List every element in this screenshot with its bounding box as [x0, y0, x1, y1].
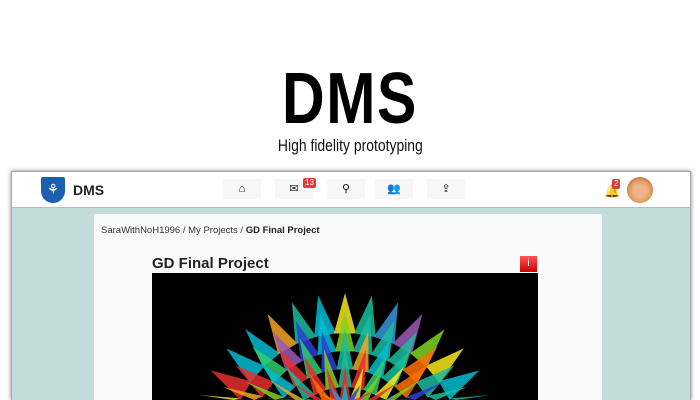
page-title: GD Final Project — [152, 255, 269, 272]
brand-name[interactable]: DMS — [73, 182, 104, 198]
mail-icon: ✉ — [289, 183, 299, 195]
breadcrumb-user[interactable]: SaraWithNoH1996 — [101, 225, 180, 236]
petal — [199, 394, 242, 400]
breadcrumb: SaraWithNoH1996 / My Projects / GD Final… — [101, 225, 320, 236]
navbar: ⚘ DMS ⌂ ✉ 13 ⚲ 👥 ⇪ 🔔 2 — [12, 172, 690, 208]
users-icon: 👥 — [387, 183, 401, 195]
home-button[interactable]: ⌂ — [223, 179, 261, 199]
breadcrumb-projects[interactable]: My Projects — [188, 225, 238, 236]
upload-icon: ⇪ — [441, 183, 451, 195]
hero-subtitle: High fidelity prototyping — [0, 136, 700, 156]
project-card: SaraWithNoH1996 / My Projects / GD Final… — [94, 214, 602, 400]
project-image — [152, 273, 538, 400]
messages-badge: 13 — [303, 178, 316, 188]
home-icon: ⌂ — [238, 183, 246, 195]
petal — [448, 394, 491, 400]
breadcrumb-current: GD Final Project — [245, 225, 320, 236]
upload-button[interactable]: ⇪ — [427, 179, 465, 199]
hero-subtitle-text: High fidelity prototyping — [277, 136, 423, 155]
logo-icon[interactable]: ⚘ — [41, 177, 65, 203]
messages-button[interactable]: ✉ 13 — [275, 178, 316, 199]
hero-title-text: DMS — [281, 59, 419, 139]
avatar[interactable] — [627, 177, 653, 203]
search-button[interactable]: ⚲ — [327, 179, 365, 199]
search-icon: ⚲ — [341, 183, 351, 195]
notifications-badge: 2 — [612, 179, 621, 189]
sunburst-artwork — [199, 293, 491, 400]
info-icon[interactable]: i — [520, 256, 537, 272]
people-button[interactable]: 👥 — [375, 179, 413, 199]
app-window: ⚘ DMS ⌂ ✉ 13 ⚲ 👥 ⇪ 🔔 2 SaraWithNoH1996 /… — [11, 171, 691, 400]
hero-title: DMS — [0, 58, 700, 140]
